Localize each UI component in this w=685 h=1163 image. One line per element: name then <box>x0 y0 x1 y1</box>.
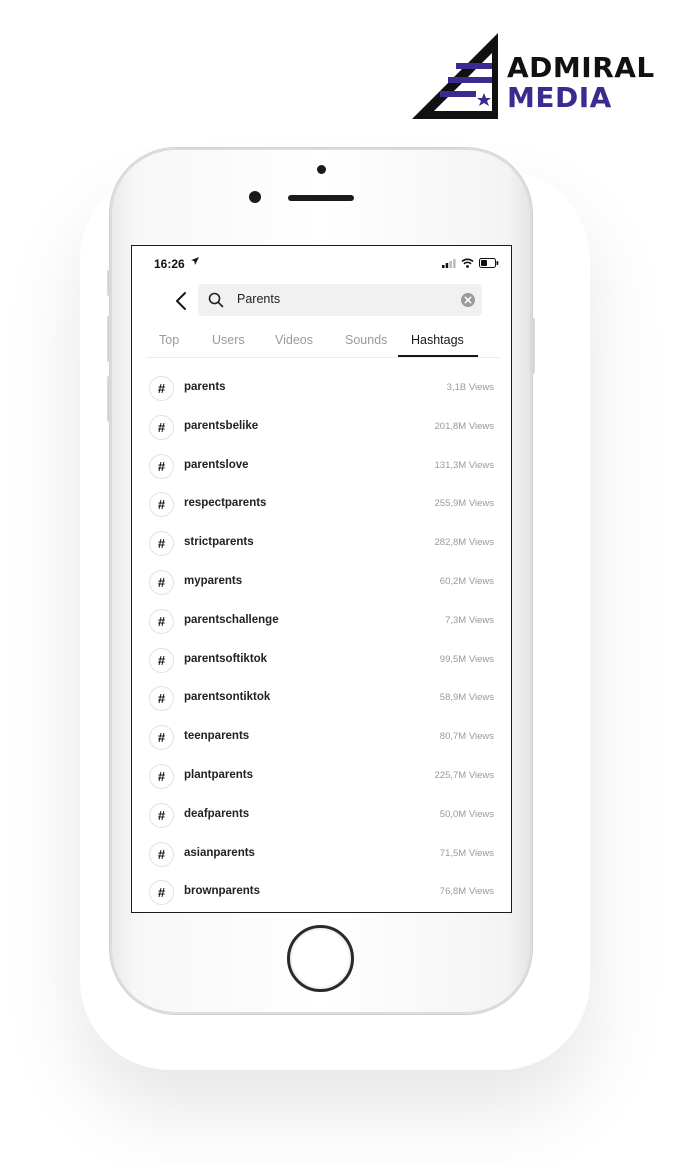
hashtag-views: 3,1B Views <box>446 382 494 393</box>
brand-line-2: MEDIA <box>507 81 612 114</box>
search-icon <box>208 292 224 313</box>
tab-users[interactable]: Users <box>212 333 245 347</box>
power-button <box>531 318 535 374</box>
flag-triangle-icon <box>412 33 498 119</box>
list-item[interactable]: # strictparents 282,8M Views <box>132 525 511 564</box>
home-button[interactable] <box>287 925 354 992</box>
hashtag-icon: # <box>149 492 174 518</box>
list-item[interactable]: # parents 3,1B Views <box>132 370 511 409</box>
hashtag-name: deafparents <box>184 807 250 820</box>
tab-hashtags[interactable]: Hashtags <box>411 333 464 347</box>
list-item[interactable]: # parentslove 131,3M Views <box>132 448 511 487</box>
hashtag-icon: # <box>149 453 174 479</box>
status-icons <box>442 258 499 268</box>
status-bar: 16:26 <box>132 246 511 282</box>
search-value: Parents <box>237 292 281 306</box>
list-item[interactable]: # plantparents 225,7M Views <box>132 758 511 797</box>
hashtag-icon: # <box>149 647 174 673</box>
hashtag-views: 71,5M Views <box>439 847 494 859</box>
hashtag-name: myparents <box>184 575 243 587</box>
hashtag-icon: # <box>149 686 174 712</box>
list-item[interactable]: # parentsbelike 201,8M Views <box>132 409 511 448</box>
status-time: 16:26 <box>154 257 185 271</box>
hashtag-icon: # <box>149 880 174 906</box>
hashtag-views: 58,9M Views <box>439 692 494 704</box>
list-item[interactable]: # parentschallenge 7,3M Views <box>132 603 511 642</box>
search-input[interactable]: Parents <box>198 284 482 316</box>
hashtag-views: 131,3M Views <box>434 459 495 471</box>
list-item[interactable]: # respectparents 255,9M Views <box>132 486 511 525</box>
phone-screen: 16:26 Parents Top Users Videos Sounds Ha… <box>131 245 512 913</box>
admiral-media-logo: ADMIRAL MEDIA <box>412 33 655 123</box>
battery-icon <box>479 258 499 268</box>
hashtag-views: 255,9M Views <box>434 498 495 510</box>
hashtag-icon: # <box>149 376 174 401</box>
tab-top[interactable]: Top <box>159 333 179 347</box>
active-tab-indicator <box>398 355 478 357</box>
hashtag-name: parentsoftiktok <box>184 652 268 665</box>
hashtag-views: 225,7M Views <box>434 770 495 781</box>
hashtag-icon: # <box>149 414 174 440</box>
brand-line-1: ADMIRAL <box>507 51 655 84</box>
hashtag-name: strictparents <box>184 536 254 549</box>
hashtag-views: 99,5M Views <box>439 653 494 665</box>
tab-divider <box>146 357 501 358</box>
hashtag-name: parentsontiktok <box>184 691 271 704</box>
hashtag-views: 60,2M Views <box>439 576 494 587</box>
hashtag-name: brownparents <box>184 885 261 898</box>
tab-sounds[interactable]: Sounds <box>345 333 387 347</box>
hashtag-views: 76,8M Views <box>439 886 494 898</box>
hashtag-icon: # <box>149 570 174 595</box>
earpiece-speaker <box>288 195 354 201</box>
hashtag-name: parentslove <box>184 458 249 471</box>
volume-up-button <box>107 316 111 362</box>
hashtag-icon: # <box>149 725 174 751</box>
hashtag-icon: # <box>149 608 174 634</box>
hashtag-views: 7,3M Views <box>445 614 494 626</box>
chevron-left-icon[interactable] <box>170 289 194 313</box>
hashtag-icon: # <box>149 802 174 828</box>
search-tabs: Top Users Videos Sounds Hashtags <box>132 330 511 358</box>
list-item[interactable]: # asianparents 71,5M Views <box>132 836 511 875</box>
hashtag-name: asianparents <box>184 846 255 859</box>
hashtag-name: plantparents <box>184 769 254 781</box>
clear-icon[interactable] <box>460 292 476 313</box>
volume-down-button <box>107 376 111 422</box>
hashtag-views: 282,8M Views <box>434 537 495 549</box>
tab-videos[interactable]: Videos <box>275 333 313 347</box>
list-item[interactable]: # parentsoftiktok 99,5M Views <box>132 642 511 681</box>
list-item[interactable]: # brownparents 76,8M Views <box>132 874 511 912</box>
hashtag-name: parents <box>184 381 226 393</box>
list-item[interactable]: # myparents 60,2M Views <box>132 564 511 603</box>
hashtag-name: parentschallenge <box>184 613 279 626</box>
signal-icon <box>442 258 456 268</box>
search-row: Parents <box>132 284 511 318</box>
hashtag-name: respectparents <box>184 497 267 510</box>
mute-switch <box>107 270 111 296</box>
front-camera <box>249 191 261 203</box>
hashtag-icon: # <box>149 531 174 557</box>
list-item[interactable]: # parentsontiktok 58,9M Views <box>132 680 511 719</box>
location-arrow-icon <box>191 257 199 268</box>
proximity-sensor <box>317 165 326 174</box>
wifi-icon <box>461 258 474 268</box>
hashtag-icon: # <box>149 841 174 867</box>
hashtag-name: teenparents <box>184 730 250 743</box>
hashtag-icon: # <box>149 764 174 789</box>
hashtag-views: 201,8M Views <box>434 420 495 432</box>
hashtag-views: 80,7M Views <box>439 731 494 743</box>
hashtag-name: parentsbelike <box>184 419 259 432</box>
list-item[interactable]: # teenparents 80,7M Views <box>132 719 511 758</box>
list-item[interactable]: # deafparents 50,0M Views <box>132 797 511 836</box>
hashtag-views: 50,0M Views <box>439 808 494 820</box>
